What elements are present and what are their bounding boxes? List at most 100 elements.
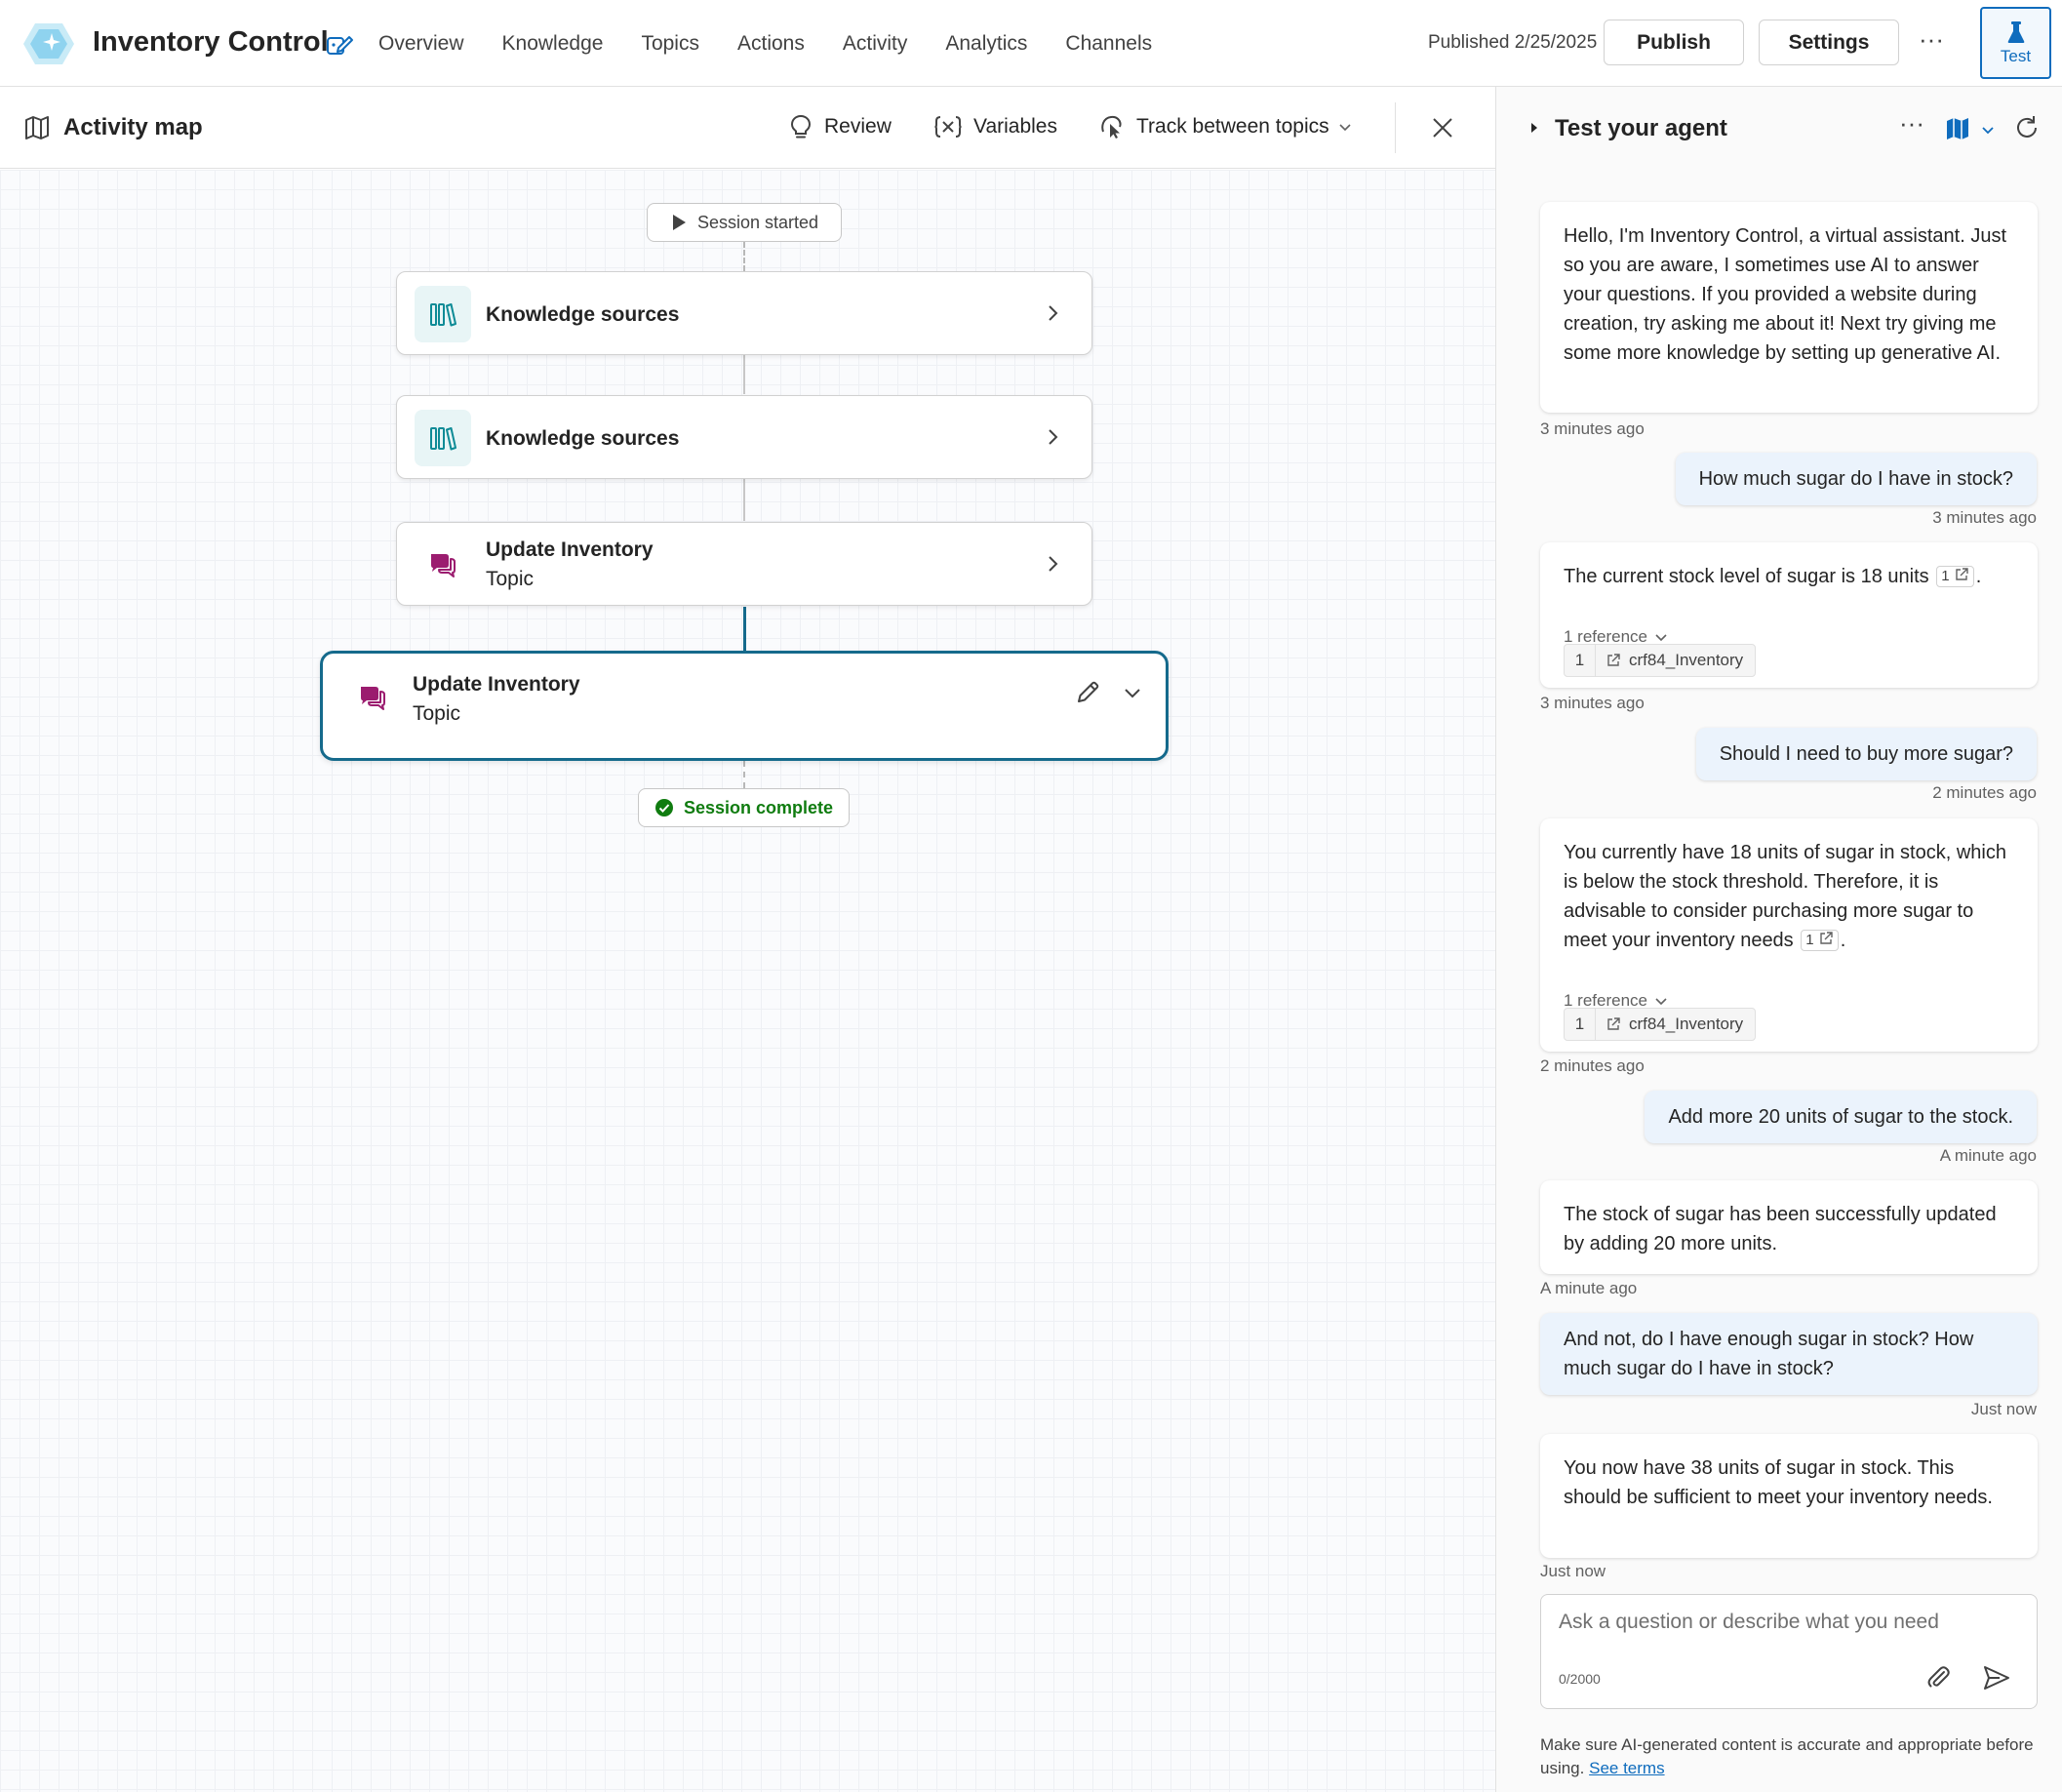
activity-map-canvas[interactable]: Session started Knowledge sources Knowle…	[0, 170, 1495, 1792]
reference-name: crf84_Inventory	[1629, 1015, 1744, 1033]
message-timestamp: 3 minutes ago	[1540, 694, 1645, 712]
nav-analytics[interactable]: Analytics	[945, 32, 1027, 56]
more-options-icon[interactable]: ···	[1915, 21, 1948, 60]
variable-icon	[934, 116, 962, 138]
node-sublabel: Topic	[486, 568, 535, 590]
app-title: Inventory Control	[93, 26, 329, 58]
nav-topics[interactable]: Topics	[641, 32, 699, 56]
checkmark-circle-icon	[654, 799, 673, 816]
send-icon[interactable]	[1982, 1663, 2011, 1692]
chevron-right-icon[interactable]	[1041, 425, 1064, 449]
node-sublabel: Topic	[413, 702, 461, 725]
message-text: Hello, I'm Inventory Control, a virtual …	[1564, 225, 2006, 364]
more-options-icon[interactable]: ···	[1899, 108, 1924, 139]
node-label: Knowledge sources	[486, 427, 680, 450]
citation-badge[interactable]: 1	[1936, 566, 1974, 587]
chat-bubbles-icon	[431, 554, 456, 577]
user-message: Should I need to buy more sugar?	[1695, 728, 2037, 780]
session-started-label: Session started	[696, 212, 819, 232]
nav-channels[interactable]: Channels	[1065, 32, 1152, 56]
node-label: Update Inventory	[486, 538, 654, 561]
track-label: Track between topics	[1136, 115, 1329, 138]
open-link-icon	[1820, 932, 1833, 944]
message-timestamp: 3 minutes ago	[1540, 419, 1645, 438]
published-status: Published 2/25/2025	[1428, 32, 1598, 53]
edit-agent-icon[interactable]	[325, 30, 354, 60]
message-text: You currently have 18 units of sugar in …	[1564, 842, 2006, 951]
close-icon[interactable]	[1429, 114, 1456, 141]
session-complete-badge: Session complete	[638, 788, 850, 827]
message-text: You now have 38 units of sugar in stock.…	[1564, 1457, 1993, 1508]
message-timestamp: 3 minutes ago	[1932, 508, 2037, 527]
publish-button[interactable]: Publish	[1604, 20, 1744, 65]
see-terms-link[interactable]: See terms	[1589, 1759, 1664, 1777]
activity-node-knowledge-sources[interactable]: Knowledge sources	[396, 271, 1092, 355]
session-complete-label: Session complete	[683, 797, 834, 817]
chevron-down-icon[interactable]	[1980, 122, 1996, 138]
node-icon-container	[415, 410, 471, 466]
review-button[interactable]: Review	[789, 114, 892, 139]
library-icon	[430, 427, 456, 451]
reference-chip[interactable]: 1 crf84_Inventory	[1564, 644, 1757, 677]
lightbulb-icon	[790, 114, 812, 139]
citation-badge[interactable]: 1	[1801, 930, 1839, 951]
activity-map-header: Activity map Review Variables Track betw…	[0, 87, 1495, 169]
message-text: And not, do I have enough sugar in stock…	[1564, 1329, 1974, 1379]
citation-number: 1	[1941, 568, 1950, 584]
play-icon	[672, 215, 686, 230]
reference-name: crf84_Inventory	[1629, 651, 1744, 669]
test-agent-panel: Test your agent ··· Hello, I'm Inventory…	[1495, 87, 2062, 1792]
track-between-topics-dropdown[interactable]: Track between topics	[1099, 114, 1353, 139]
open-link-icon	[1607, 654, 1620, 666]
variables-label: Variables	[973, 115, 1057, 138]
test-button[interactable]: Test	[1980, 7, 2051, 79]
reference-chip[interactable]: 1 crf84_Inventory	[1564, 1008, 1757, 1041]
nav-overview[interactable]: Overview	[378, 32, 464, 56]
activity-node-selected[interactable]: Update Inventory Topic	[320, 651, 1169, 761]
nav-activity[interactable]: Activity	[843, 32, 908, 56]
agent-logo-icon	[23, 23, 74, 64]
connector-line	[743, 242, 745, 271]
top-bar: Inventory Control Overview Knowledge Top…	[0, 0, 2062, 87]
session-started-badge: Session started	[647, 203, 842, 242]
chat-bubbles-icon	[361, 687, 385, 710]
pencil-icon[interactable]	[1074, 679, 1101, 706]
bot-message: You currently have 18 units of sugar in …	[1540, 818, 2038, 1052]
refresh-icon[interactable]	[2013, 114, 2041, 141]
activity-node-update-inventory[interactable]: Update Inventory Topic	[396, 522, 1092, 606]
activity-map-title: Activity map	[63, 114, 203, 140]
ai-disclaimer: Make sure AI-generated content is accura…	[1540, 1733, 2047, 1780]
library-icon	[430, 303, 456, 327]
chevron-right-icon[interactable]	[1041, 301, 1064, 325]
map-icon	[25, 116, 49, 139]
node-icon-container	[415, 286, 471, 342]
bot-message: The stock of sugar has been successfully…	[1540, 1180, 2038, 1274]
reference-number: 1	[1565, 1009, 1596, 1040]
message-text: The stock of sugar has been successfully…	[1564, 1204, 1997, 1254]
beaker-icon	[2007, 20, 2024, 43]
user-message: And not, do I have enough sugar in stock…	[1540, 1313, 2038, 1395]
chevron-down-icon	[1655, 634, 1667, 642]
track-icon	[1101, 115, 1122, 139]
test-panel-header: Test your agent ···	[1496, 87, 2062, 169]
header-divider	[1395, 102, 1396, 153]
paperclip-icon[interactable]	[1924, 1663, 1952, 1691]
message-text: Should I need to buy more sugar?	[1719, 743, 2013, 765]
open-link-icon	[1607, 1017, 1620, 1030]
bot-message: You now have 38 units of sugar in stock.…	[1540, 1434, 2038, 1558]
chevron-down-icon[interactable]	[1121, 681, 1144, 704]
message-timestamp: A minute ago	[1540, 1279, 1638, 1297]
settings-button[interactable]: Settings	[1759, 20, 1899, 65]
map-icon[interactable]	[1945, 116, 1970, 141]
variables-button[interactable]: Variables	[934, 114, 1057, 139]
nav-actions[interactable]: Actions	[737, 32, 805, 56]
citation-number: 1	[1805, 932, 1814, 948]
caret-right-icon[interactable]	[1528, 120, 1540, 136]
chevron-right-icon[interactable]	[1041, 552, 1064, 576]
nav-knowledge[interactable]: Knowledge	[502, 32, 604, 56]
chat-input[interactable]	[1559, 1611, 2017, 1650]
activity-node-knowledge-sources[interactable]: Knowledge sources	[396, 395, 1092, 479]
test-panel-title: Test your agent	[1555, 115, 1727, 141]
connector-line-active	[743, 607, 746, 651]
message-text: The current stock level of sugar is 18 u…	[1564, 566, 1929, 587]
